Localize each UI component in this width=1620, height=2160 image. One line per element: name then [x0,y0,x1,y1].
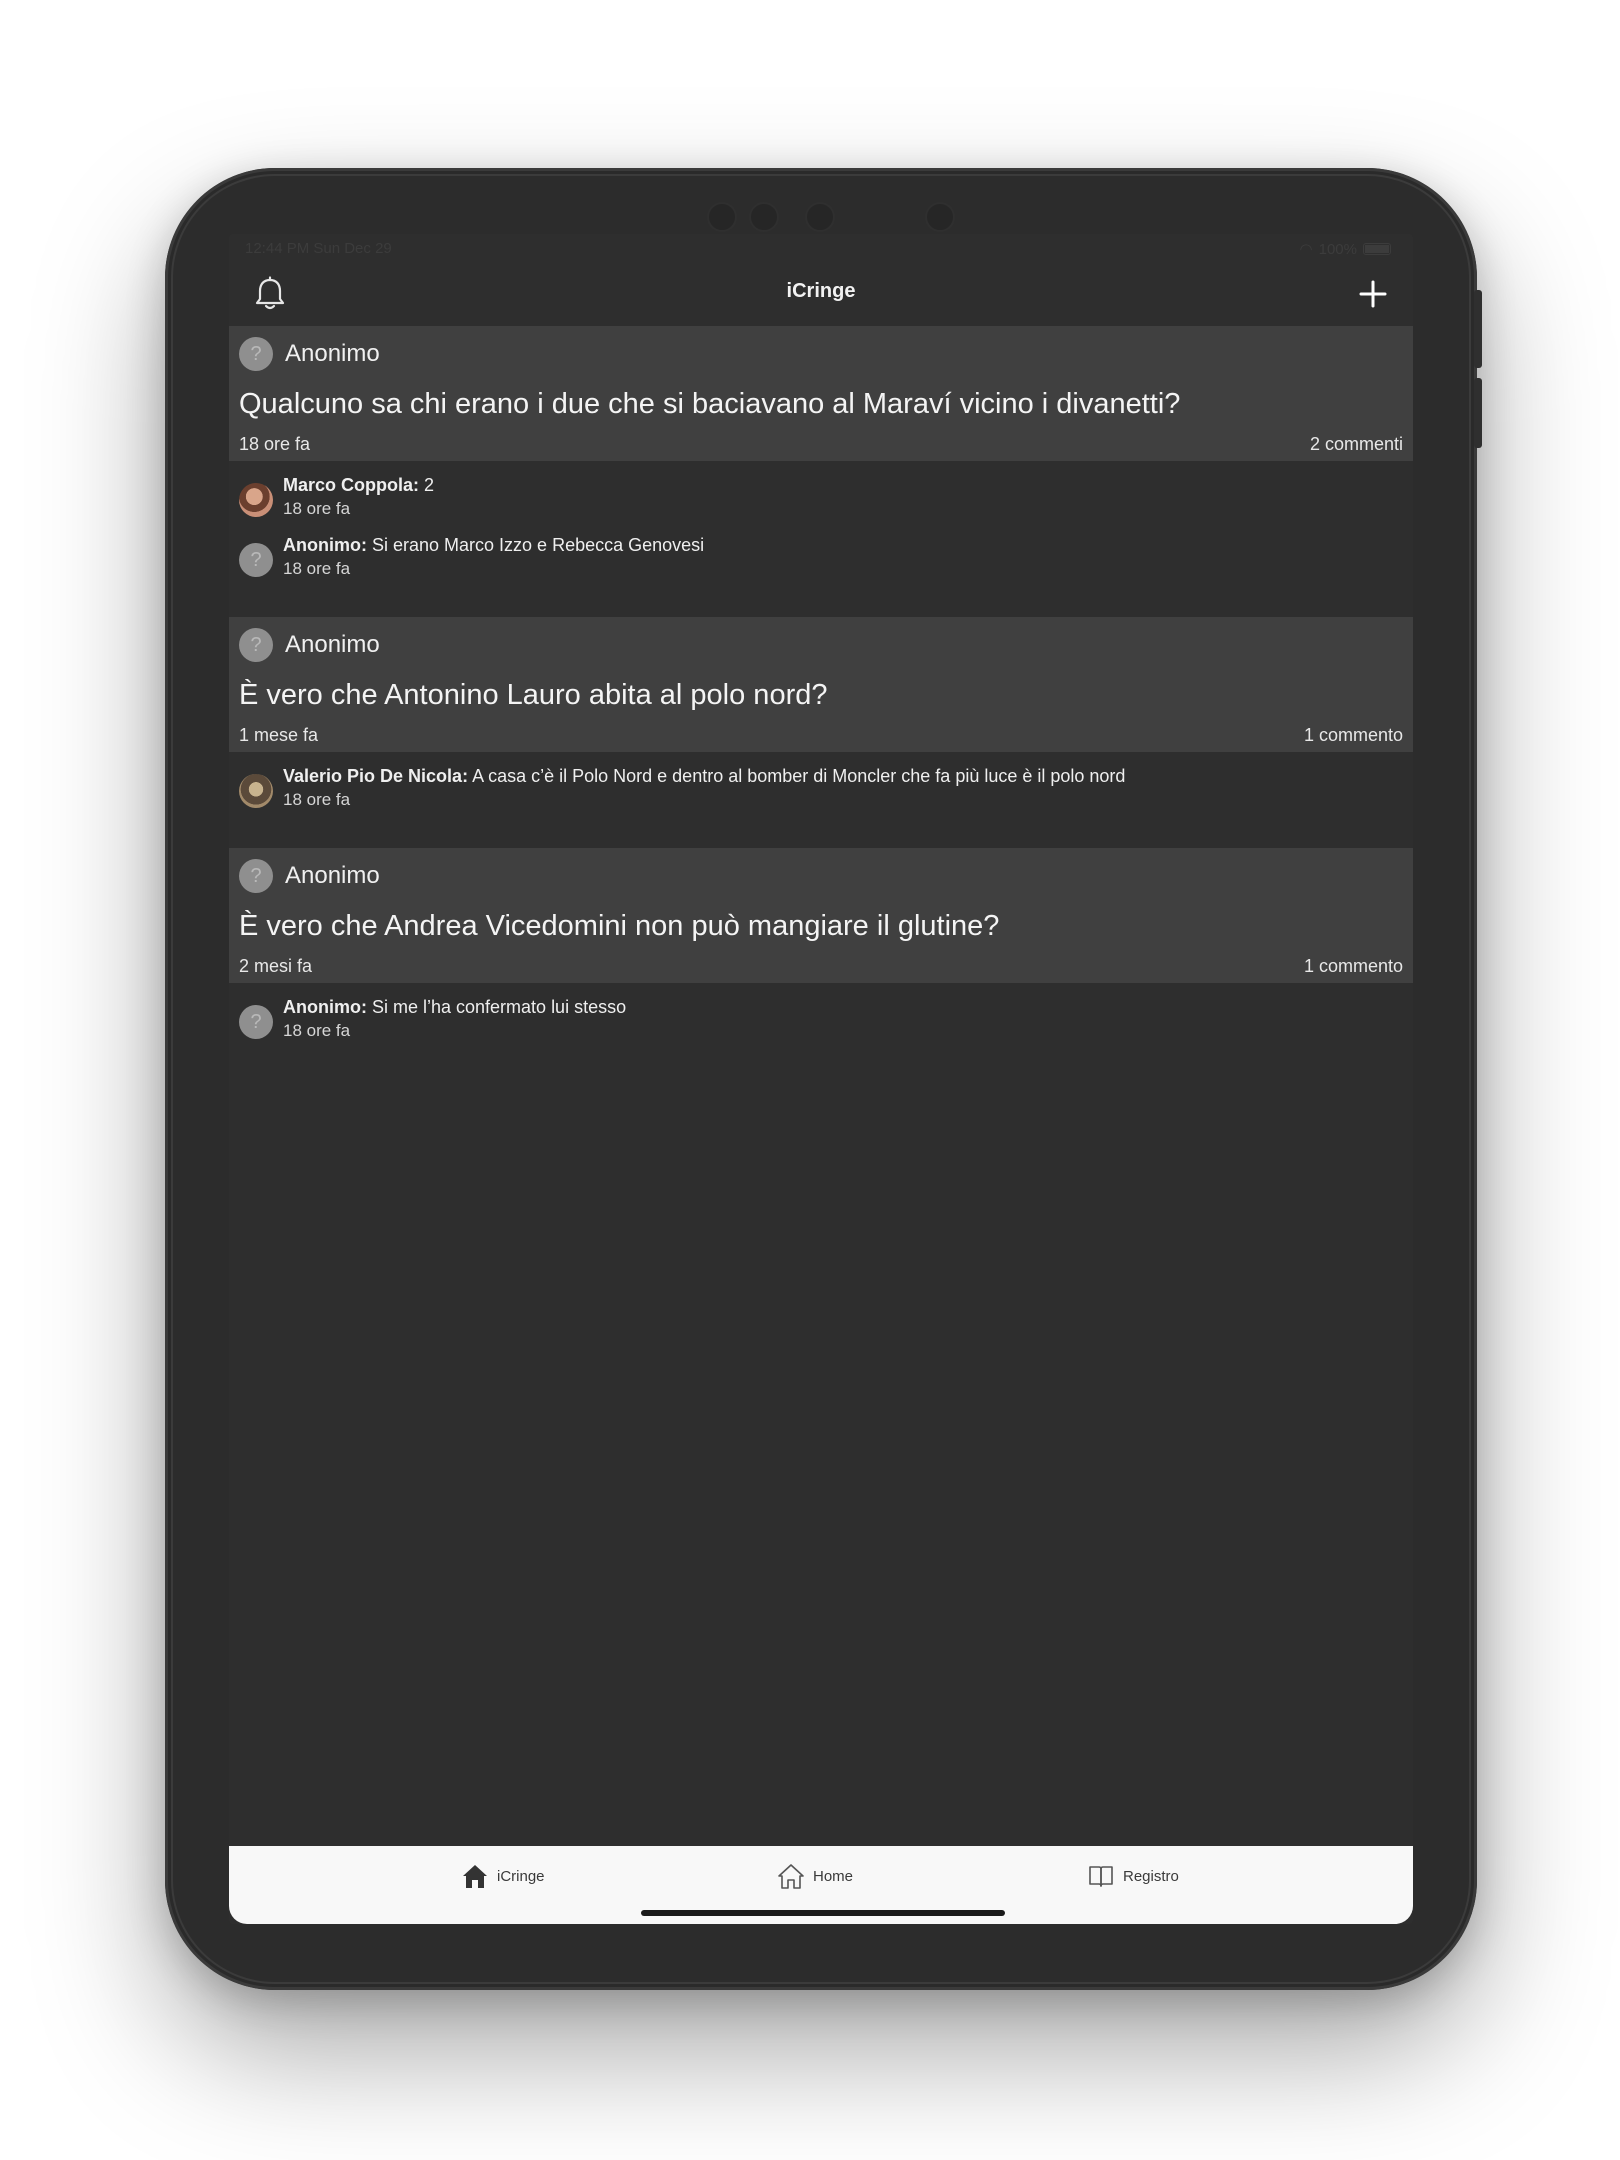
post-question: Qualcuno sa chi erano i due che si bacia… [239,388,1181,420]
comment-item[interactable]: Marco Coppola: 2 18 ore fa [239,473,1403,529]
user-avatar [239,774,273,808]
tab-registro[interactable]: Registro [1087,1862,1179,1890]
comment-time: 18 ore fa [283,790,351,809]
anonymous-avatar-icon: ? [239,543,273,577]
post-comment-count[interactable]: 1 commento [1304,956,1403,977]
comment-body: Anonimo: Si erano Marco Izzo e Rebecca G… [283,533,704,581]
navigation-bar: iCringe [229,264,1413,324]
post-card[interactable]: ? Anonimo È vero che Andrea Vicedomini n… [229,848,1413,1069]
comment-body: Marco Coppola: 2 18 ore fa [283,473,434,521]
post-author: Anonimo [285,631,380,658]
tab-bar: iCringe Home Registro [229,1846,1413,1924]
comment-text: 2 [419,475,435,495]
house-filled-icon [463,1865,487,1888]
post-time: 18 ore fa [239,434,311,454]
anonymous-avatar-icon: ? [239,859,273,893]
post-author: Anonimo [285,340,380,367]
post-question: È vero che Andrea Vicedomini non può man… [239,910,1000,942]
camera-lens [805,202,835,232]
status-time: 12:44 PM Sun Dec 29 [245,240,392,257]
post-author: Anonimo [285,862,380,889]
post-separator [229,838,1413,848]
post-header[interactable]: ? Anonimo È vero che Andrea Vicedomini n… [229,848,1413,983]
tab-label: Registro [1123,1867,1179,1885]
comment-user: Marco Coppola: [283,475,420,495]
status-bar: 12:44 PM Sun Dec 29 ◠ 100% [229,234,1413,264]
sensor-dot [707,202,737,232]
page-title: iCringe [786,280,856,302]
post-time: 2 mesi fa [239,956,313,976]
post-card[interactable]: ? Anonimo Qualcuno sa chi erano i due ch… [229,326,1413,607]
comment-user: Valerio Pio De Nicola: [283,766,469,786]
anonymous-avatar-icon: ? [239,1005,273,1039]
comment-item[interactable]: ? Anonimo: Si me l’ha confermato lui ste… [239,995,1403,1051]
comment-line: Anonimo: Si me l’ha confermato lui stess… [283,995,626,1019]
post-separator [229,607,1413,617]
post-card[interactable]: ? Anonimo È vero che Antonino Lauro abit… [229,617,1413,838]
top-button [1474,290,1482,368]
volume-button [1474,378,1482,448]
comment-user: Anonimo: [283,535,367,555]
app-screen: 12:44 PM Sun Dec 29 ◠ 100% iCringe ? Ano… [229,234,1413,1924]
plus-icon[interactable] [1359,280,1387,308]
comment-text: A casa c’è il Polo Nord e dentro al bomb… [468,766,1126,786]
post-author-row: ? Anonimo [239,858,1403,894]
post-question: È vero che Antonino Lauro abita al polo … [239,679,828,711]
comment-line: Marco Coppola: 2 [283,473,434,497]
status-right: ◠ 100% [1300,240,1391,258]
comment-list: ? Anonimo: Si me l’ha confermato lui ste… [229,983,1413,1069]
comment-line: Anonimo: Si erano Marco Izzo e Rebecca G… [283,533,704,557]
wifi-icon: ◠ [1299,241,1313,258]
post-feed: ? Anonimo Qualcuno sa chi erano i due ch… [229,326,1413,1069]
sensor-dot [749,202,779,232]
post-meta: 18 ore fa 2 commenti [239,434,1403,455]
comment-time: 18 ore fa [283,499,351,518]
post-header[interactable]: ? Anonimo Qualcuno sa chi erano i due ch… [229,326,1413,461]
post-time: 1 mese fa [239,725,319,745]
post-comment-count[interactable]: 1 commento [1304,725,1403,746]
user-avatar [239,483,273,517]
comment-body: Valerio Pio De Nicola: A casa c’è il Pol… [283,764,1125,812]
comment-item[interactable]: ? Anonimo: Si erano Marco Izzo e Rebecca… [239,533,1403,589]
comment-text: Si erano Marco Izzo e Rebecca Genovesi [366,535,705,555]
post-meta: 1 mese fa 1 commento [239,725,1403,746]
tab-home[interactable]: Home [777,1862,853,1890]
book-icon [1089,1866,1113,1887]
tab-icringe[interactable]: iCringe [461,1862,545,1890]
post-author-row: ? Anonimo [239,627,1403,663]
comment-user: Anonimo: [283,997,367,1017]
post-comment-count[interactable]: 2 commenti [1310,434,1403,455]
comment-line: Valerio Pio De Nicola: A casa c’è il Pol… [283,764,1125,788]
battery-icon [1363,243,1391,255]
tab-label: Home [813,1867,854,1885]
post-header[interactable]: ? Anonimo È vero che Antonino Lauro abit… [229,617,1413,752]
tab-label: iCringe [497,1867,545,1885]
comment-time: 18 ore fa [283,1021,351,1040]
comment-text: Si me l’ha confermato lui stesso [366,997,627,1017]
house-outline-icon [778,1864,804,1889]
home-indicator[interactable] [641,1910,1005,1916]
comment-item[interactable]: Valerio Pio De Nicola: A casa c’è il Pol… [239,764,1403,820]
post-author-row: ? Anonimo [239,336,1403,372]
anonymous-avatar-icon: ? [239,628,273,662]
comment-time: 18 ore fa [283,559,351,578]
comment-body: Anonimo: Si me l’ha confermato lui stess… [283,995,626,1043]
sensor-dot [925,202,955,232]
comment-list: Valerio Pio De Nicola: A casa c’è il Pol… [229,752,1413,838]
anonymous-avatar-icon: ? [239,337,273,371]
battery-percent: 100% [1318,240,1357,258]
comment-list: Marco Coppola: 2 18 ore fa ? Anonimo: Si… [229,461,1413,607]
post-meta: 2 mesi fa 1 commento [239,956,1403,977]
